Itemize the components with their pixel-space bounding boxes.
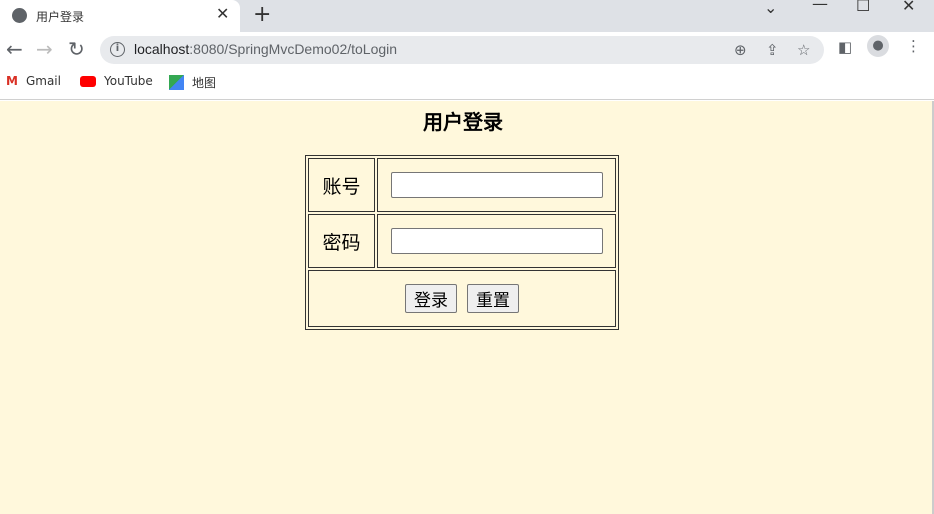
url-host: localhost: [134, 41, 190, 57]
bookmark-label: YouTube: [104, 74, 153, 88]
bookmark-label: Gmail: [25, 74, 61, 88]
youtube-icon: [80, 75, 96, 87]
password-label: 密码: [308, 214, 375, 268]
star-icon[interactable]: ☆: [797, 41, 810, 59]
forward-icon[interactable]: →: [36, 37, 53, 61]
tab-search-icon[interactable]: ⌄: [764, 0, 777, 17]
bookmark-maps[interactable]: 地图: [169, 74, 216, 91]
address-bar[interactable]: i localhost:8080/SpringMvcDemo02/toLogin…: [100, 36, 824, 64]
url-text: localhost:8080/SpringMvcDemo02/toLogin: [134, 41, 397, 57]
bookmarks-bar: M Gmail YouTube 地图: [0, 68, 934, 100]
maximize-icon[interactable]: ☐: [856, 0, 870, 15]
gmail-icon: M: [6, 74, 18, 88]
zoom-icon[interactable]: ⊕: [734, 41, 747, 59]
bookmark-youtube[interactable]: YouTube: [80, 74, 153, 88]
minimize-icon[interactable]: —: [812, 0, 828, 13]
url-path: :8080/SpringMvcDemo02/toLogin: [189, 41, 398, 57]
maps-icon: [169, 75, 184, 90]
reset-button[interactable]: 重置: [467, 284, 520, 313]
tab-title: 用户登录: [36, 10, 85, 24]
close-tab-icon[interactable]: ✕: [216, 4, 229, 23]
share-icon[interactable]: ⇪: [766, 41, 779, 59]
button-cell: 登录 重置: [308, 270, 616, 327]
account-label: 账号: [308, 158, 375, 212]
globe-icon: [12, 8, 27, 23]
account-cell: [377, 158, 616, 212]
profile-avatar[interactable]: ●: [867, 35, 889, 57]
toolbar: ← → ↻ i localhost:8080/SpringMvcDemo02/t…: [0, 32, 934, 68]
login-button[interactable]: 登录: [404, 284, 457, 313]
new-tab-button[interactable]: +: [253, 2, 271, 27]
tab-active[interactable]: 用户登录 ✕: [0, 0, 240, 32]
tab-bar: 用户登录 ✕ + ⌄ — ☐ ✕: [0, 0, 934, 32]
menu-icon[interactable]: ⋮: [906, 37, 921, 55]
page-title: 用户登录: [423, 110, 503, 134]
page-content: 用户登录 账号 密码 登录 重置: [0, 101, 932, 514]
reload-icon[interactable]: ↻: [68, 37, 85, 61]
password-input[interactable]: [390, 228, 603, 254]
password-cell: [377, 214, 616, 268]
account-input[interactable]: [390, 172, 603, 198]
bookmark-label: 地图: [192, 76, 217, 90]
side-panel-icon[interactable]: ◧: [838, 38, 852, 56]
info-icon[interactable]: i: [110, 42, 125, 57]
login-form: 账号 密码 登录 重置: [305, 155, 619, 330]
close-window-icon[interactable]: ✕: [902, 0, 915, 15]
bookmark-gmail[interactable]: M Gmail: [6, 74, 61, 88]
back-icon[interactable]: ←: [6, 37, 23, 61]
